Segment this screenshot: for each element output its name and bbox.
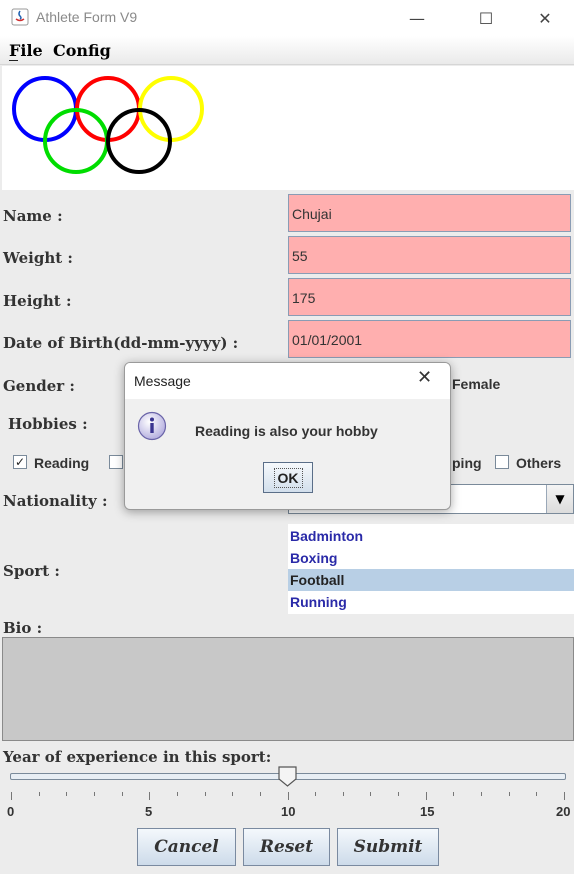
hobby-checkbox-2[interactable] bbox=[109, 455, 123, 469]
slider-tick bbox=[315, 792, 316, 796]
slider-tick bbox=[260, 792, 261, 796]
gender-label: Gender : bbox=[3, 377, 75, 395]
slider-tick bbox=[370, 792, 371, 796]
dob-field[interactable]: 01/01/2001 bbox=[288, 320, 571, 358]
ok-button[interactable]: OK bbox=[263, 462, 313, 493]
nationality-label: Nationality : bbox=[3, 492, 108, 510]
weight-label: Weight : bbox=[3, 249, 73, 267]
reading-checkbox[interactable]: ✓ bbox=[13, 455, 27, 469]
others-checkbox[interactable] bbox=[495, 455, 509, 469]
slider-tick bbox=[564, 792, 565, 800]
name-field[interactable]: Chujai bbox=[288, 194, 571, 232]
slider-tick bbox=[94, 792, 95, 796]
slider-label-5: 5 bbox=[145, 804, 153, 819]
reading-checkbox-label[interactable]: Reading bbox=[34, 455, 89, 471]
height-label: Height : bbox=[3, 292, 72, 310]
dropdown-arrow-icon[interactable]: ▼ bbox=[546, 485, 573, 513]
menu-config[interactable]: Config bbox=[53, 41, 111, 60]
sport-item-badminton[interactable]: Badminton bbox=[288, 525, 574, 547]
slider-tick bbox=[398, 792, 399, 796]
slider-tick bbox=[481, 792, 482, 796]
slider-tick bbox=[232, 792, 233, 796]
info-icon bbox=[137, 411, 167, 441]
slider-label-10: 10 bbox=[281, 804, 296, 819]
height-field[interactable]: 175 bbox=[288, 278, 571, 316]
slider-tick bbox=[122, 792, 123, 796]
slider-label-0: 0 bbox=[7, 804, 15, 819]
window-title: Athlete Form V9 bbox=[36, 9, 138, 25]
slider-tick bbox=[343, 792, 344, 796]
title-bar: Athlete Form V9 — ☐ ✕ bbox=[0, 0, 574, 36]
bio-textarea[interactable] bbox=[2, 637, 574, 741]
slider-tick bbox=[536, 792, 537, 796]
hobby-partial-label[interactable]: ping bbox=[452, 455, 482, 471]
cancel-button[interactable]: Cancel bbox=[137, 828, 236, 866]
slider-tick bbox=[426, 792, 427, 800]
ok-button-label: OK bbox=[273, 467, 303, 488]
sport-item-running[interactable]: Running bbox=[288, 591, 574, 613]
mnemonic-underline bbox=[9, 60, 18, 61]
sport-item-boxing[interactable]: Boxing bbox=[288, 547, 574, 569]
slider-tick bbox=[11, 792, 12, 800]
dialog-title: Message bbox=[134, 373, 191, 389]
olympic-rings-logo bbox=[12, 76, 204, 174]
slider-label-15: 15 bbox=[420, 804, 435, 819]
sport-label: Sport : bbox=[3, 562, 60, 580]
slider-tick bbox=[177, 792, 178, 796]
dialog-close-button[interactable]: ✕ bbox=[417, 367, 432, 388]
reset-button[interactable]: Reset bbox=[243, 828, 330, 866]
close-button[interactable]: ✕ bbox=[522, 0, 568, 36]
menu-file[interactable]: File bbox=[9, 41, 43, 60]
java-icon bbox=[11, 8, 29, 26]
message-dialog: Message ✕ Reading is also your hobby OK bbox=[124, 362, 451, 510]
dialog-title-bar: Message ✕ bbox=[125, 363, 450, 399]
weight-field[interactable]: 55 bbox=[288, 236, 571, 274]
slider-tick bbox=[39, 792, 40, 796]
slider-tick bbox=[509, 792, 510, 796]
bio-label: Bio : bbox=[3, 619, 43, 637]
sport-list[interactable]: Badminton Boxing Football Running bbox=[288, 524, 574, 614]
slider-tick bbox=[66, 792, 67, 796]
slider-tick bbox=[453, 792, 454, 796]
sport-item-football[interactable]: Football bbox=[288, 569, 574, 591]
dialog-message: Reading is also your hobby bbox=[195, 423, 378, 439]
slider-label-20: 20 bbox=[556, 804, 571, 819]
others-checkbox-label[interactable]: Others bbox=[516, 455, 561, 471]
slider-tick bbox=[205, 792, 206, 796]
submit-button[interactable]: Submit bbox=[337, 828, 439, 866]
experience-slider-thumb[interactable] bbox=[278, 766, 298, 788]
yellow-ring bbox=[138, 76, 204, 142]
dob-label: Date of Birth(dd-mm-yyyy) : bbox=[3, 334, 239, 352]
experience-label: Year of experience in this sport: bbox=[3, 748, 272, 766]
hobbies-label: Hobbies : bbox=[8, 415, 88, 433]
name-label: Name : bbox=[3, 207, 63, 225]
gender-female-label[interactable]: Female bbox=[452, 376, 500, 392]
slider-tick bbox=[288, 792, 289, 800]
minimize-button[interactable]: — bbox=[394, 0, 440, 36]
logo-panel bbox=[2, 66, 574, 190]
maximize-button[interactable]: ☐ bbox=[463, 0, 509, 36]
slider-tick bbox=[149, 792, 150, 800]
